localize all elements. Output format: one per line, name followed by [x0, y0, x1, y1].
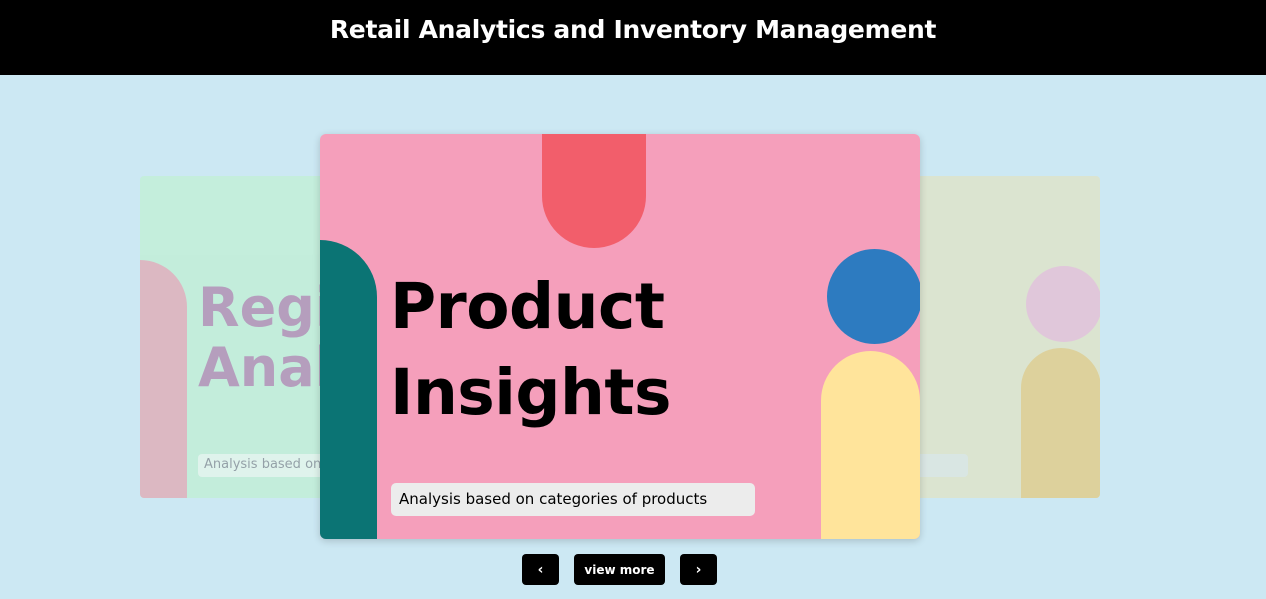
- card-subtitle: Analysis based on categories of products: [399, 490, 708, 508]
- page-header: Retail Analytics and Inventory Managemen…: [0, 0, 1266, 75]
- decorative-blue-circle-shape: [827, 249, 920, 344]
- decorative-teal-arch-shape: [320, 240, 377, 539]
- carousel: Regi Analy Analysis based on ro Product …: [0, 75, 1266, 599]
- card-title: Product Insights: [390, 270, 671, 429]
- view-more-button[interactable]: view more: [574, 554, 665, 585]
- page-title: Retail Analytics and Inventory Managemen…: [329, 15, 937, 44]
- decorative-arch-shape: [140, 260, 187, 498]
- next-button[interactable]: ›: [680, 554, 717, 585]
- carousel-controls: ‹ view more ›: [0, 554, 1266, 586]
- decorative-circle-shape: [1026, 266, 1100, 342]
- card-subtitle-box: Analysis based on categories of products: [391, 483, 755, 516]
- decorative-top-tab-shape: [542, 134, 646, 248]
- decorative-arch-shape: [1021, 348, 1100, 498]
- carousel-card-active[interactable]: Product Insights Analysis based on categ…: [320, 134, 920, 539]
- decorative-yellow-arch-shape: [821, 351, 920, 539]
- previous-button[interactable]: ‹: [522, 554, 559, 585]
- card-subtitle: Analysis based on ro: [204, 457, 339, 472]
